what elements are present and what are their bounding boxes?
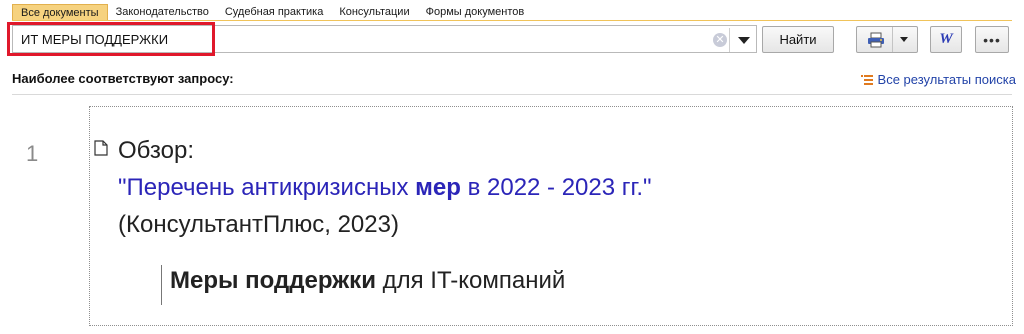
- search-box: ✕: [12, 25, 757, 53]
- best-match-heading: Наиболее соответствуют запросу:: [12, 71, 234, 86]
- clear-icon[interactable]: ✕: [713, 33, 727, 47]
- search-input[interactable]: [17, 29, 709, 49]
- title-part: "Перечень антикризисных: [118, 174, 416, 201]
- tab-legislation[interactable]: Законодательство: [108, 4, 217, 21]
- list-icon: [860, 74, 873, 85]
- print-separator: [891, 27, 893, 52]
- result-number: 1: [26, 141, 39, 166]
- all-results-link[interactable]: Все результаты поиска: [860, 72, 1016, 87]
- document-type-tabs: Все документы Законодательство Судебная …: [12, 4, 532, 21]
- snippet-highlight: Меры поддержки: [170, 267, 376, 294]
- tab-document-forms[interactable]: Формы документов: [418, 4, 533, 21]
- printer-icon: [867, 32, 884, 47]
- result-snippet[interactable]: Меры поддержки для IT-компаний: [170, 267, 565, 295]
- tab-all-documents[interactable]: Все документы: [12, 4, 108, 21]
- snippet-bar: [161, 265, 162, 305]
- export-word-button[interactable]: W: [930, 26, 962, 53]
- find-button[interactable]: Найти: [762, 26, 834, 53]
- tab-consultations[interactable]: Консультации: [331, 4, 417, 21]
- print-button[interactable]: [856, 26, 918, 53]
- chevron-down-icon[interactable]: [899, 37, 908, 42]
- result-source: (КонсультантПлюс, 2023): [118, 211, 399, 238]
- title-highlight: мер: [415, 174, 461, 201]
- result-type-label: Обзор:: [118, 137, 194, 164]
- all-results-label[interactable]: Все результаты поиска: [878, 72, 1016, 87]
- result-title-link[interactable]: "Перечень антикризисных мер в 2022 - 202…: [118, 174, 652, 202]
- more-button[interactable]: •••: [975, 26, 1009, 53]
- search-history-dropdown[interactable]: [729, 28, 757, 52]
- title-part: в 2022 - 2023 гг.": [460, 174, 652, 201]
- document-icon: [94, 140, 108, 156]
- tab-court-practice[interactable]: Судебная практика: [217, 4, 331, 21]
- chevron-down-icon: [737, 36, 750, 44]
- tabs-divider: [12, 20, 1012, 21]
- divider: [12, 94, 1012, 95]
- snippet-text: для IT-компаний: [375, 267, 566, 294]
